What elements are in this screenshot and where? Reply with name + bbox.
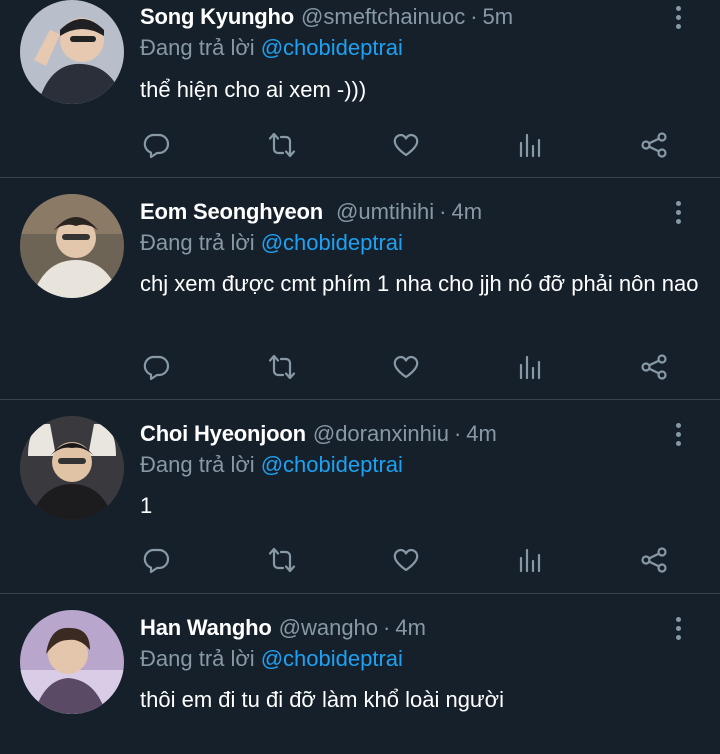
avatar[interactable] [20, 416, 124, 520]
mention-link[interactable]: @chobideptrai [261, 452, 403, 477]
timestamp[interactable]: 4m [451, 199, 482, 225]
replying-to: Đang trả lời @chobideptrai [140, 452, 403, 478]
more-options-icon[interactable] [666, 419, 690, 449]
user-handle[interactable]: @wangho [279, 615, 378, 641]
retweet-icon[interactable] [264, 349, 300, 385]
display-name[interactable]: Song Kyungho [140, 4, 294, 30]
like-icon[interactable] [388, 127, 424, 163]
share-icon[interactable] [636, 349, 672, 385]
like-icon[interactable] [388, 542, 424, 578]
tweet-text: chj xem được cmt phím 1 nha cho jjh nó đ… [140, 271, 699, 296]
replying-to-label: Đang trả lời [140, 230, 255, 255]
user-handle[interactable]: @smeftchainuoc [301, 4, 465, 30]
replying-to: Đang trả lời @chobideptrai [140, 230, 403, 256]
tweet-item[interactable]: Eom Seonghyeon @umtihihi · 4m Đang trả l… [0, 178, 720, 400]
replying-to-label: Đang trả lời [140, 646, 255, 671]
tweet-text: thể hiện cho ai xem -))) [140, 77, 367, 102]
display-name[interactable]: Choi Hyeonjoon [140, 421, 306, 447]
retweet-icon[interactable] [264, 542, 300, 578]
more-options-icon[interactable] [666, 2, 690, 32]
tweet-header: Song Kyungho @smeftchainuoc · 5m [140, 2, 513, 32]
analytics-icon[interactable] [512, 542, 548, 578]
tweet-item[interactable]: Han Wangho @wangho · 4m Đang trả lời @cho… [0, 594, 720, 754]
analytics-icon[interactable] [512, 349, 548, 385]
tweet-header: Han Wangho @wangho · 4m [140, 613, 426, 643]
replying-to: Đang trả lời @chobideptrai [140, 646, 403, 672]
more-options-icon[interactable] [666, 197, 690, 227]
timestamp[interactable]: 5m [483, 4, 514, 30]
retweet-icon[interactable] [264, 127, 300, 163]
replying-to: Đang trả lời @chobideptrai [140, 35, 403, 61]
reply-icon[interactable] [138, 349, 174, 385]
share-icon[interactable] [636, 127, 672, 163]
replying-to-label: Đang trả lời [140, 35, 255, 60]
display-name[interactable]: Han Wangho [140, 615, 272, 641]
avatar[interactable] [20, 0, 124, 104]
user-handle[interactable]: @doranxinhiu [313, 421, 449, 447]
separator-dot: · [383, 615, 391, 640]
tweet-header: Choi Hyeonjoon @doranxinhiu · 4m [140, 419, 497, 449]
separator-dot: · [470, 4, 478, 29]
mention-link[interactable]: @chobideptrai [261, 230, 403, 255]
tweet-actions [140, 127, 680, 163]
user-handle[interactable]: @umtihihi [336, 199, 434, 225]
timestamp[interactable]: 4m [395, 615, 426, 641]
mention-link[interactable]: @chobideptrai [261, 35, 403, 60]
mention-link[interactable]: @chobideptrai [261, 646, 403, 671]
reply-icon[interactable] [138, 127, 174, 163]
tweet-actions [140, 349, 680, 385]
tweet-item[interactable]: Song Kyungho @smeftchainuoc · 5m Đang tr… [0, 0, 720, 178]
like-icon[interactable] [388, 349, 424, 385]
tweet-item[interactable]: Choi Hyeonjoon @doranxinhiu · 4m Đang tr… [0, 400, 720, 594]
more-options-icon[interactable] [666, 613, 690, 643]
replying-to-label: Đang trả lời [140, 452, 255, 477]
avatar[interactable] [20, 194, 124, 298]
display-name[interactable]: Eom Seonghyeon [140, 199, 323, 225]
share-icon[interactable] [636, 542, 672, 578]
timestamp[interactable]: 4m [466, 421, 497, 447]
tweet-text: 1 [140, 493, 153, 518]
separator-dot: · [439, 199, 447, 224]
reply-icon[interactable] [138, 542, 174, 578]
avatar[interactable] [20, 610, 124, 714]
separator-dot: · [453, 421, 462, 446]
tweet-text: thôi em đi tu đi đỡ làm khổ loài người [140, 687, 504, 712]
tweet-header: Eom Seonghyeon @umtihihi · 4m [140, 197, 482, 227]
tweet-actions [140, 542, 680, 578]
analytics-icon[interactable] [512, 127, 548, 163]
